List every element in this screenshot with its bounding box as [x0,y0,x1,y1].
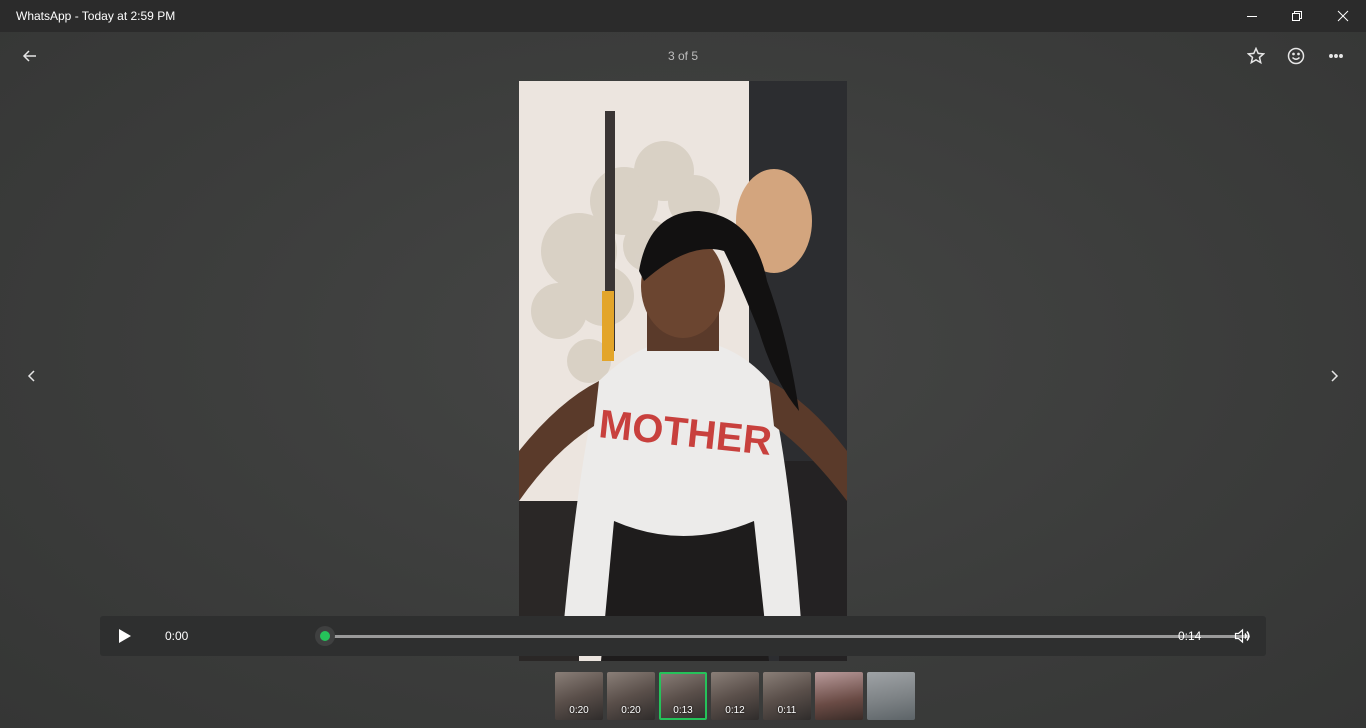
seek-handle[interactable] [315,626,335,646]
thumbnail-1[interactable]: 0:20 [555,672,603,720]
minimize-button[interactable] [1229,0,1275,32]
seek-handle-dot [320,631,330,641]
thumbnail-6[interactable] [815,672,863,720]
volume-button[interactable] [1227,620,1259,652]
close-button[interactable] [1320,0,1366,32]
media-thumbnail-strip: 0:20 0:20 0:13 0:12 0:11 [555,672,915,720]
react-button[interactable] [1280,40,1312,72]
current-time: 0:00 [165,629,189,643]
thumbnail-duration: 0:11 [777,705,797,716]
chevron-left-icon [27,370,35,382]
thumbnail-duration: 0:20 [621,705,641,716]
thumbnail-duration: 0:20 [569,705,589,716]
seek-bar[interactable] [324,635,1250,638]
restore-button[interactable] [1274,0,1320,32]
thumbnail-duration: 0:12 [725,705,745,716]
play-icon [119,629,131,643]
window-title: WhatsApp - Today at 2:59 PM [16,9,176,23]
star-icon [1247,47,1265,65]
thumbnail-3-selected[interactable]: 0:13 [659,672,707,720]
video-content: MOTHER [519,81,847,661]
total-duration: 0:14 [1178,629,1202,643]
more-horizontal-icon [1329,54,1343,58]
star-button[interactable] [1240,40,1272,72]
media-counter: 3 of 5 [667,49,699,63]
thumbnail-5[interactable]: 0:11 [763,672,811,720]
chevron-right-icon [1331,370,1339,382]
minimize-icon [1247,16,1257,17]
smiley-icon [1287,47,1305,65]
previous-media-button[interactable] [16,360,48,392]
more-options-button[interactable] [1320,40,1352,72]
video-frame[interactable]: MOTHER [519,81,847,661]
thumbnail-duration: 0:13 [673,705,693,716]
video-controls: 0:00 0:14 [100,616,1266,656]
thumbnail-7[interactable] [867,672,915,720]
next-media-button[interactable] [1318,360,1350,392]
thumbnail-2[interactable]: 0:20 [607,672,655,720]
title-bar: WhatsApp - Today at 2:59 PM [0,0,1366,32]
volume-icon [1234,628,1250,644]
thumbnail-4[interactable]: 0:12 [711,672,759,720]
close-icon [1337,10,1349,22]
play-button[interactable] [108,620,140,652]
restore-icon [1292,11,1302,21]
